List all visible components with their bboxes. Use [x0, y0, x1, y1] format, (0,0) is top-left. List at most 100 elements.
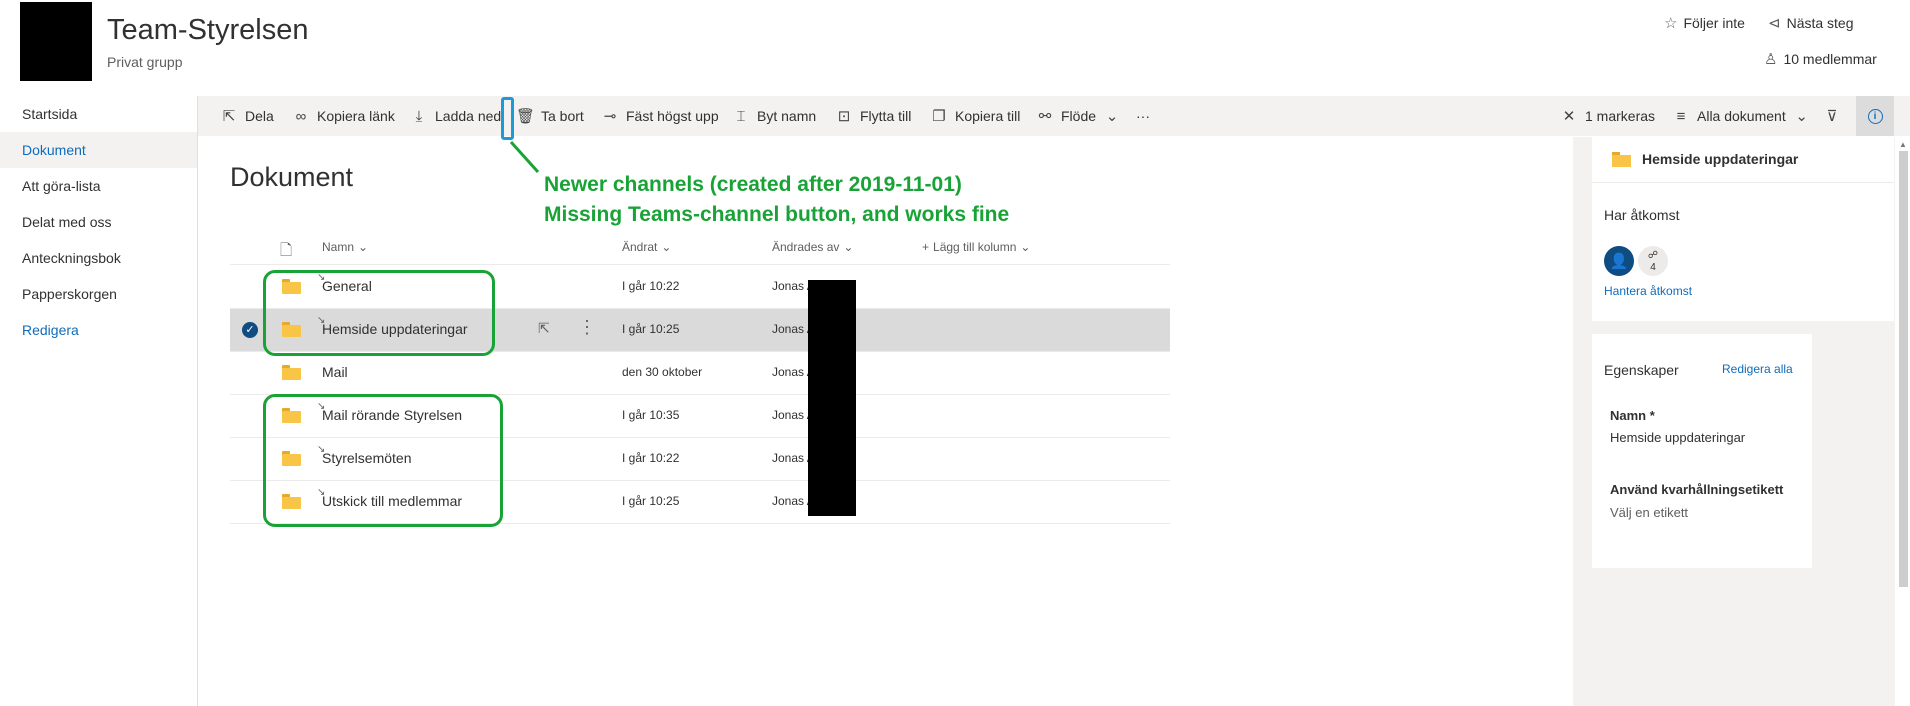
chevron-down-icon: ⌄ — [843, 240, 854, 254]
checkmark-icon[interactable]: ✓ — [242, 322, 258, 338]
nav-item-anteckningsbok[interactable]: Anteckningsbok — [0, 240, 197, 276]
more-button[interactable]: ··· — [1136, 96, 1150, 136]
add-column-button[interactable]: + Lägg till kolumn ⌄ — [922, 240, 1030, 254]
access-heading: Har åtkomst — [1604, 207, 1680, 223]
row-modified: I går 10:22 — [622, 451, 680, 465]
filter-icon: ⊽ — [1826, 108, 1838, 125]
column-modified-by-label: Ändrades av — [772, 240, 840, 254]
chevron-down-icon: ⌄ — [1105, 108, 1119, 125]
row-modified: I går 10:22 — [622, 279, 680, 293]
scrollbar[interactable]: ▲ — [1895, 137, 1910, 706]
copy-link-button[interactable]: ∞ Kopiera länk — [292, 96, 395, 136]
person-icon: ♙ — [1764, 51, 1778, 68]
column-header-name[interactable]: Namn ⌄ — [322, 240, 368, 254]
row-modified: I går 10:25 — [622, 322, 680, 336]
nav-item-redigera[interactable]: Redigera — [0, 312, 197, 348]
nav-item-papperskorgen[interactable]: Papperskorgen — [0, 276, 197, 312]
nav-item-att-gora-lista[interactable]: Att göra-lista — [0, 168, 197, 204]
left-navigation: Startsida Dokument Att göra-lista Delat … — [0, 96, 198, 706]
row-modified: den 30 oktober — [622, 365, 703, 379]
share-icon[interactable]: ⇱ — [538, 320, 550, 337]
share-button[interactable]: ⇱ Dela — [220, 96, 274, 136]
rename-label: Byt namn — [757, 108, 817, 124]
chevron-down-icon: ⌄ — [1020, 240, 1031, 254]
annotation-text: Newer channels (created after 2019-11-01… — [544, 170, 1009, 230]
folder-icon — [1612, 152, 1631, 167]
details-pane: Hemside uppdateringar Har åtkomst 👤 ☍ 4 … — [1573, 137, 1910, 706]
column-header-modified-by[interactable]: Ändrades av ⌄ — [772, 240, 853, 254]
download-label: Ladda ned — [435, 108, 502, 124]
redaction-block — [808, 280, 856, 516]
move-to-button[interactable]: ⊡ Flytta till — [835, 96, 912, 136]
column-header-modified[interactable]: Ändrat ⌄ — [622, 240, 671, 254]
delete-label: Ta bort — [541, 108, 584, 124]
delete-button[interactable]: 🗑 Ta bort — [516, 96, 584, 136]
scroll-up-icon[interactable]: ▲ — [1899, 140, 1907, 149]
page-title: Dokument — [230, 162, 354, 192]
group-count: 4 — [1650, 262, 1656, 273]
follow-label: Följer inte — [1683, 15, 1745, 31]
site-logo — [20, 2, 92, 81]
flow-icon: ⚯ — [1038, 108, 1052, 125]
edit-all-link[interactable]: Redigera alla — [1722, 362, 1793, 376]
flow-button[interactable]: ⚯ Flöde ⌄ — [1036, 96, 1121, 136]
copy-link-label: Kopiera länk — [317, 108, 395, 124]
manage-access-link[interactable]: Hantera åtkomst — [1604, 284, 1692, 298]
retention-label-heading: Använd kvarhållningsetikett — [1610, 482, 1784, 497]
folder-icon — [282, 365, 301, 380]
name-field-value[interactable]: Hemside uppdateringar — [1610, 430, 1745, 445]
scroll-thumb[interactable] — [1899, 151, 1908, 587]
header-divider — [230, 264, 1170, 265]
members-button[interactable]: ♙ 10 medlemmar — [1764, 50, 1877, 68]
trash-icon: 🗑 — [516, 108, 536, 125]
group-avatar[interactable]: ☍ 4 — [1638, 246, 1668, 276]
more-vertical-icon[interactable]: ⋮ — [578, 317, 596, 338]
file-type-header[interactable]: 🗋 — [280, 240, 292, 265]
pin-top-button[interactable]: ⊸ Fäst högst upp — [601, 96, 719, 136]
download-icon: ⤓ — [415, 107, 423, 125]
next-steps-label: Nästa steg — [1786, 15, 1854, 31]
annotation-box-top — [263, 270, 495, 356]
info-icon: i — [1867, 108, 1883, 124]
properties-section: Egenskaper Redigera alla Namn * Hemside … — [1592, 334, 1812, 568]
more-label: ··· — [1136, 108, 1150, 124]
copy-to-button[interactable]: ❐ Kopiera till — [930, 96, 1020, 136]
table-row[interactable]: Mail den 30 oktober Jonas A (RR) — [230, 352, 1170, 395]
annotation-line-2: Missing Teams-channel button, and works … — [544, 203, 1010, 226]
close-icon: ✕ — [1562, 108, 1576, 125]
download-button[interactable]: ⤓ Ladda ned — [410, 96, 502, 136]
row-name[interactable]: Mail — [322, 364, 348, 380]
site-subtitle: Privat grupp — [107, 54, 183, 70]
nav-item-startsida[interactable]: Startsida — [0, 96, 197, 132]
annotation-line-1: Newer channels (created after 2019-11-01… — [544, 173, 962, 196]
command-bar: ⇱ Dela ∞ Kopiera länk ⤓ Ladda ned 🗑 Ta b… — [198, 96, 1910, 136]
add-column-label: Lägg till kolumn — [933, 240, 1017, 254]
view-switcher[interactable]: ≡ Alla dokument ⌄ — [1672, 96, 1811, 136]
move-folder-icon: ⊡ — [837, 108, 851, 125]
selected-count: 1 markeras — [1585, 108, 1656, 124]
view-label: Alla dokument — [1697, 108, 1786, 124]
filter-button[interactable]: ⊽ — [1823, 96, 1841, 136]
nav-item-delat-med-oss[interactable]: Delat med oss — [0, 204, 197, 240]
person-avatar-icon[interactable]: 👤 — [1604, 246, 1634, 276]
next-steps-button[interactable]: ⊲ Nästa steg — [1768, 14, 1854, 32]
pin-top-label: Fäst högst upp — [626, 108, 719, 124]
flow-label: Flöde — [1061, 108, 1097, 124]
row-modified: I går 10:25 — [622, 494, 680, 508]
rename-button[interactable]: ⌶ Byt namn — [732, 96, 816, 136]
nav-item-dokument[interactable]: Dokument — [0, 132, 197, 168]
clear-selection-button[interactable]: ✕ 1 markeras — [1560, 96, 1655, 136]
move-to-label: Flytta till — [860, 108, 912, 124]
share-icon: ⇱ — [222, 108, 236, 125]
rename-icon: ⌶ — [736, 107, 746, 125]
site-title[interactable]: Team-Styrelsen — [107, 14, 308, 47]
megaphone-icon: ⊲ — [1768, 15, 1781, 32]
info-pane-button[interactable]: i — [1856, 96, 1894, 136]
retention-label-select[interactable]: Välj en etikett — [1610, 505, 1688, 520]
properties-heading: Egenskaper — [1604, 362, 1679, 378]
column-modified-label: Ändrat — [622, 240, 658, 254]
star-icon: ☆ — [1664, 15, 1678, 32]
copy-icon: ❐ — [932, 108, 946, 125]
follow-button[interactable]: ☆ Följer inte — [1664, 14, 1745, 32]
row-modified: I går 10:35 — [622, 408, 680, 422]
